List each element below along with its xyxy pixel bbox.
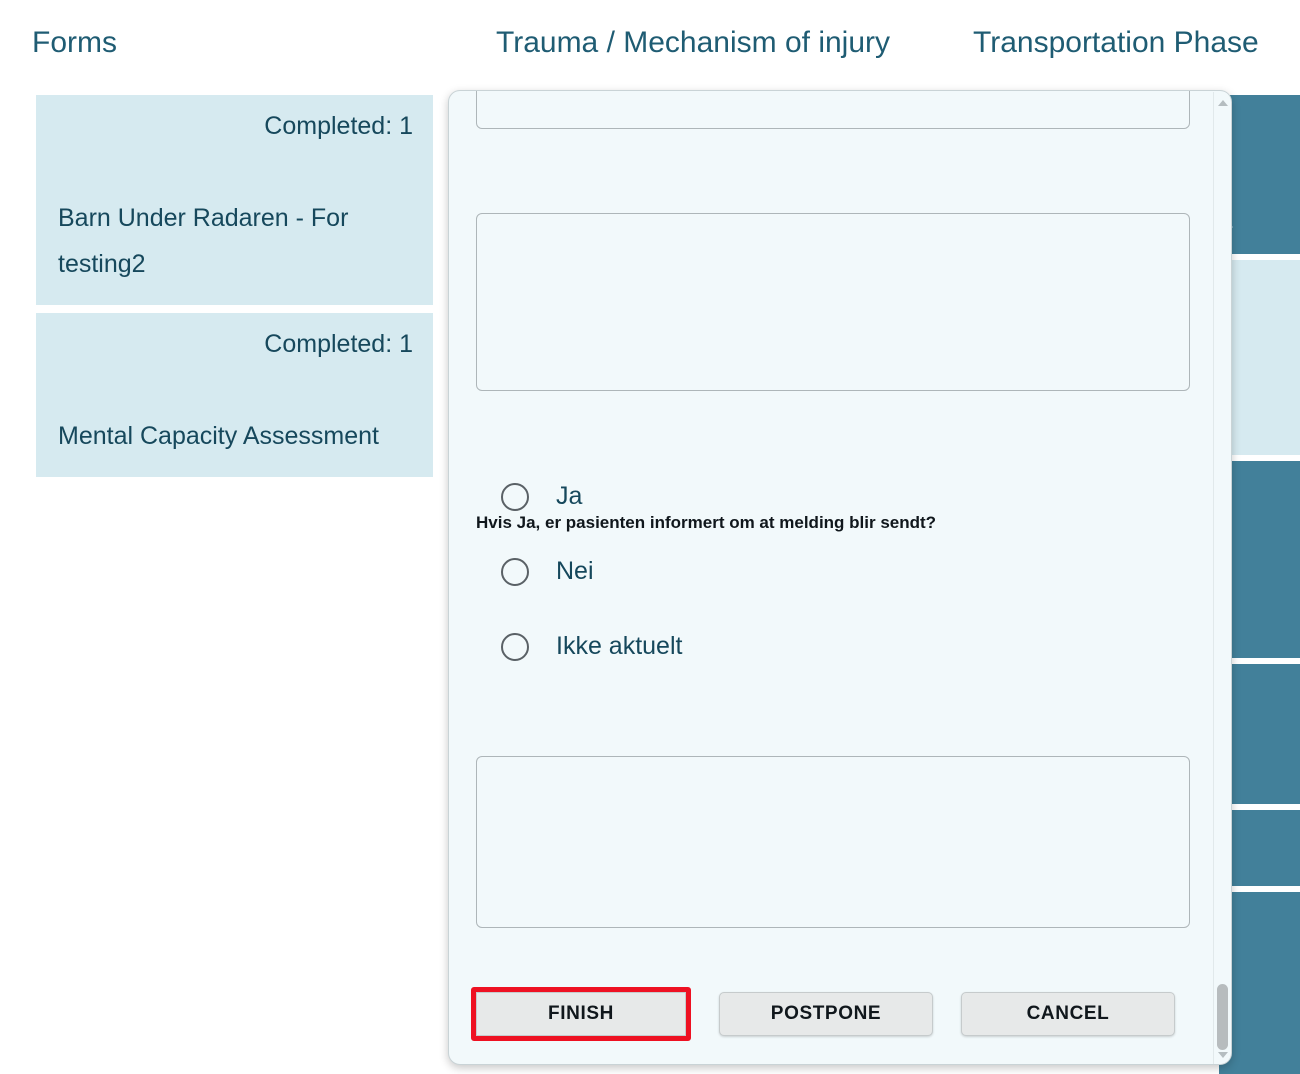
form-card-completed-count: Completed: 1 <box>264 330 413 358</box>
previous-answer-textarea[interactable] <box>476 91 1190 129</box>
form-card-title: Mental Capacity Assessment <box>58 422 379 450</box>
radio-circle-icon[interactable] <box>501 482 529 511</box>
header-item-forms[interactable]: Forms <box>32 26 117 60</box>
textarea-begrunn-sende-melding[interactable] <box>476 213 1190 391</box>
radio-option-label: Nei <box>556 557 594 585</box>
modal-button-row: FINISH POSTPONE CANCEL <box>471 987 1175 1041</box>
app-root: Forms Trauma / Mechanism of injury Trans… <box>0 0 1300 1074</box>
header-item-transportation-phase[interactable]: Transportation Phase <box>973 26 1259 60</box>
postpone-button[interactable]: POSTPONE <box>719 992 933 1036</box>
scrollbar-thumb[interactable] <box>1217 984 1228 1050</box>
form-card-barn-under-radaren[interactable]: Completed: 1 Barn Under Radaren - For te… <box>36 95 433 305</box>
form-card-mental-capacity-assessment[interactable]: Completed: 1 Mental Capacity Assessment <box>36 313 433 477</box>
radio-option-ja[interactable]: Ja <box>501 459 682 534</box>
forms-list: Completed: 1 Barn Under Radaren - For te… <box>36 95 433 485</box>
form-card-completed-count: Completed: 1 <box>264 112 413 140</box>
radio-group-pasient-informert: Ja Nei Ikke aktuelt <box>501 459 682 684</box>
finish-button[interactable]: FINISH <box>476 992 686 1036</box>
radio-circle-icon[interactable] <box>501 557 529 586</box>
top-header: Forms Trauma / Mechanism of injury Trans… <box>0 0 1300 86</box>
form-modal-dialog: Hvis Ja, begrunn hvorfor du skal sende m… <box>448 90 1232 1065</box>
scroll-down-arrow-icon[interactable] <box>1214 1046 1231 1063</box>
cancel-button[interactable]: CANCEL <box>961 992 1175 1036</box>
modal-scrollbar[interactable] <box>1213 92 1231 1064</box>
radio-option-label: Ikke aktuelt <box>556 632 683 660</box>
radio-option-nei[interactable]: Nei <box>501 534 682 609</box>
radio-circle-icon[interactable] <box>501 632 529 661</box>
header-item-trauma-mechanism-of-injury[interactable]: Trauma / Mechanism of injury <box>496 26 890 60</box>
radio-option-ikke-aktuelt[interactable]: Ikke aktuelt <box>501 609 682 684</box>
scroll-up-arrow-icon[interactable] <box>1214 94 1231 111</box>
textarea-ikke-informert-begrunn[interactable] <box>476 756 1190 928</box>
modal-body: Hvis Ja, begrunn hvorfor du skal sende m… <box>449 91 1231 1064</box>
radio-option-label: Ja <box>556 482 583 510</box>
finish-button-highlight: FINISH <box>471 987 691 1041</box>
form-card-title: Barn Under Radaren - For testing2 <box>58 204 349 278</box>
